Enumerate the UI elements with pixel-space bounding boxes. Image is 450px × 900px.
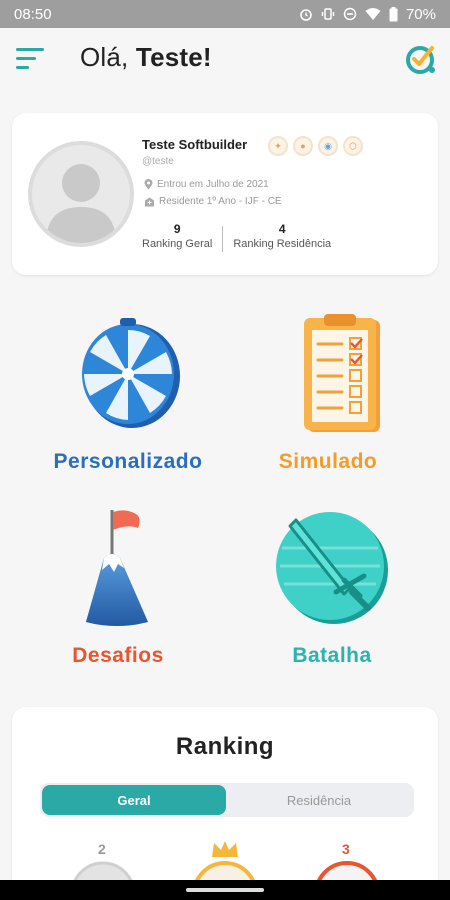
profile-name: Teste Softbuilder — [142, 137, 248, 152]
profile-card[interactable]: Teste Softbuilder ✦ ● ◉ ⬡ @teste Entrou … — [12, 113, 438, 275]
ranking-residence-stat: 4 Ranking Residência — [223, 222, 341, 252]
mode-desafios[interactable]: Desafios — [18, 504, 218, 674]
status-bar: 08:50 70% — [0, 0, 450, 28]
ranking-general-value: 9 — [173, 222, 181, 236]
ranking-tabs: Geral Residência — [40, 783, 414, 817]
hospital-building-icon — [145, 197, 154, 206]
tab-residencia[interactable]: Residência — [226, 785, 412, 815]
profile-handle: @teste — [142, 156, 174, 167]
app-header: Olá, Teste! — [0, 28, 450, 90]
sword-shield-icon — [276, 512, 388, 624]
alarm-icon — [299, 7, 313, 21]
system-navigation-bar — [0, 880, 450, 900]
wheel-icon — [82, 318, 180, 428]
greeting-text: Olá, — [80, 42, 129, 72]
medal-badge-icon: ◉ — [318, 136, 338, 156]
crown-icon — [212, 841, 238, 857]
location-pin-icon — [144, 179, 153, 190]
ranking-card: Ranking Geral Residência 2 3 — [12, 707, 438, 900]
medal-badge-icon: ● — [293, 136, 313, 156]
mode-batalha[interactable]: Batalha — [232, 504, 432, 674]
profile-joined: Entrou em Julho de 2021 — [144, 179, 269, 190]
user-placeholder-icon — [46, 164, 116, 243]
menu-icon — [16, 48, 44, 51]
tab-geral[interactable]: Geral — [42, 785, 226, 815]
app-logo-icon[interactable] — [404, 42, 438, 76]
ranking-residence-value: 4 — [278, 222, 286, 236]
greeting: Olá, Teste! — [80, 42, 212, 73]
clipboard-checklist-icon — [304, 314, 380, 432]
ranking-stats: 9 Ranking Geral 4 Ranking Residência — [142, 222, 341, 252]
badge-list: ✦ ● ◉ ⬡ — [268, 136, 363, 156]
avatar[interactable] — [28, 141, 134, 247]
mode-simulado-label: Simulado — [278, 450, 378, 473]
medal-badge-icon: ✦ — [268, 136, 288, 156]
home-gesture-handle[interactable] — [186, 888, 264, 892]
dnd-icon — [343, 7, 357, 21]
podium-position-3: 3 — [342, 841, 350, 857]
mode-personalizado-label: Personalizado — [53, 450, 203, 473]
battery-icon — [389, 6, 398, 22]
profile-residence: Residente 1º Ano - IJF - CE — [144, 196, 282, 207]
vibrate-icon — [321, 7, 335, 21]
ranking-general-stat: 9 Ranking Geral — [142, 222, 222, 252]
podium-position-2: 2 — [98, 841, 106, 857]
greeting-username: Teste! — [135, 42, 212, 72]
medal-badge-icon: ⬡ — [343, 136, 363, 156]
menu-button[interactable] — [16, 48, 44, 70]
mode-batalha-label: Batalha — [292, 644, 372, 667]
ranking-general-label: Ranking Geral — [142, 238, 213, 250]
ranking-title: Ranking — [175, 733, 275, 760]
mode-personalizado[interactable]: Personalizado — [28, 312, 228, 482]
wifi-icon — [365, 7, 381, 21]
status-time: 08:50 — [14, 5, 52, 23]
ranking-residence-label: Ranking Residência — [233, 238, 332, 250]
mountain-flag-icon — [86, 510, 148, 626]
battery-level: 70% — [405, 5, 436, 23]
mode-desafios-label: Desafios — [72, 644, 164, 667]
mode-simulado[interactable]: Simulado — [228, 312, 428, 482]
